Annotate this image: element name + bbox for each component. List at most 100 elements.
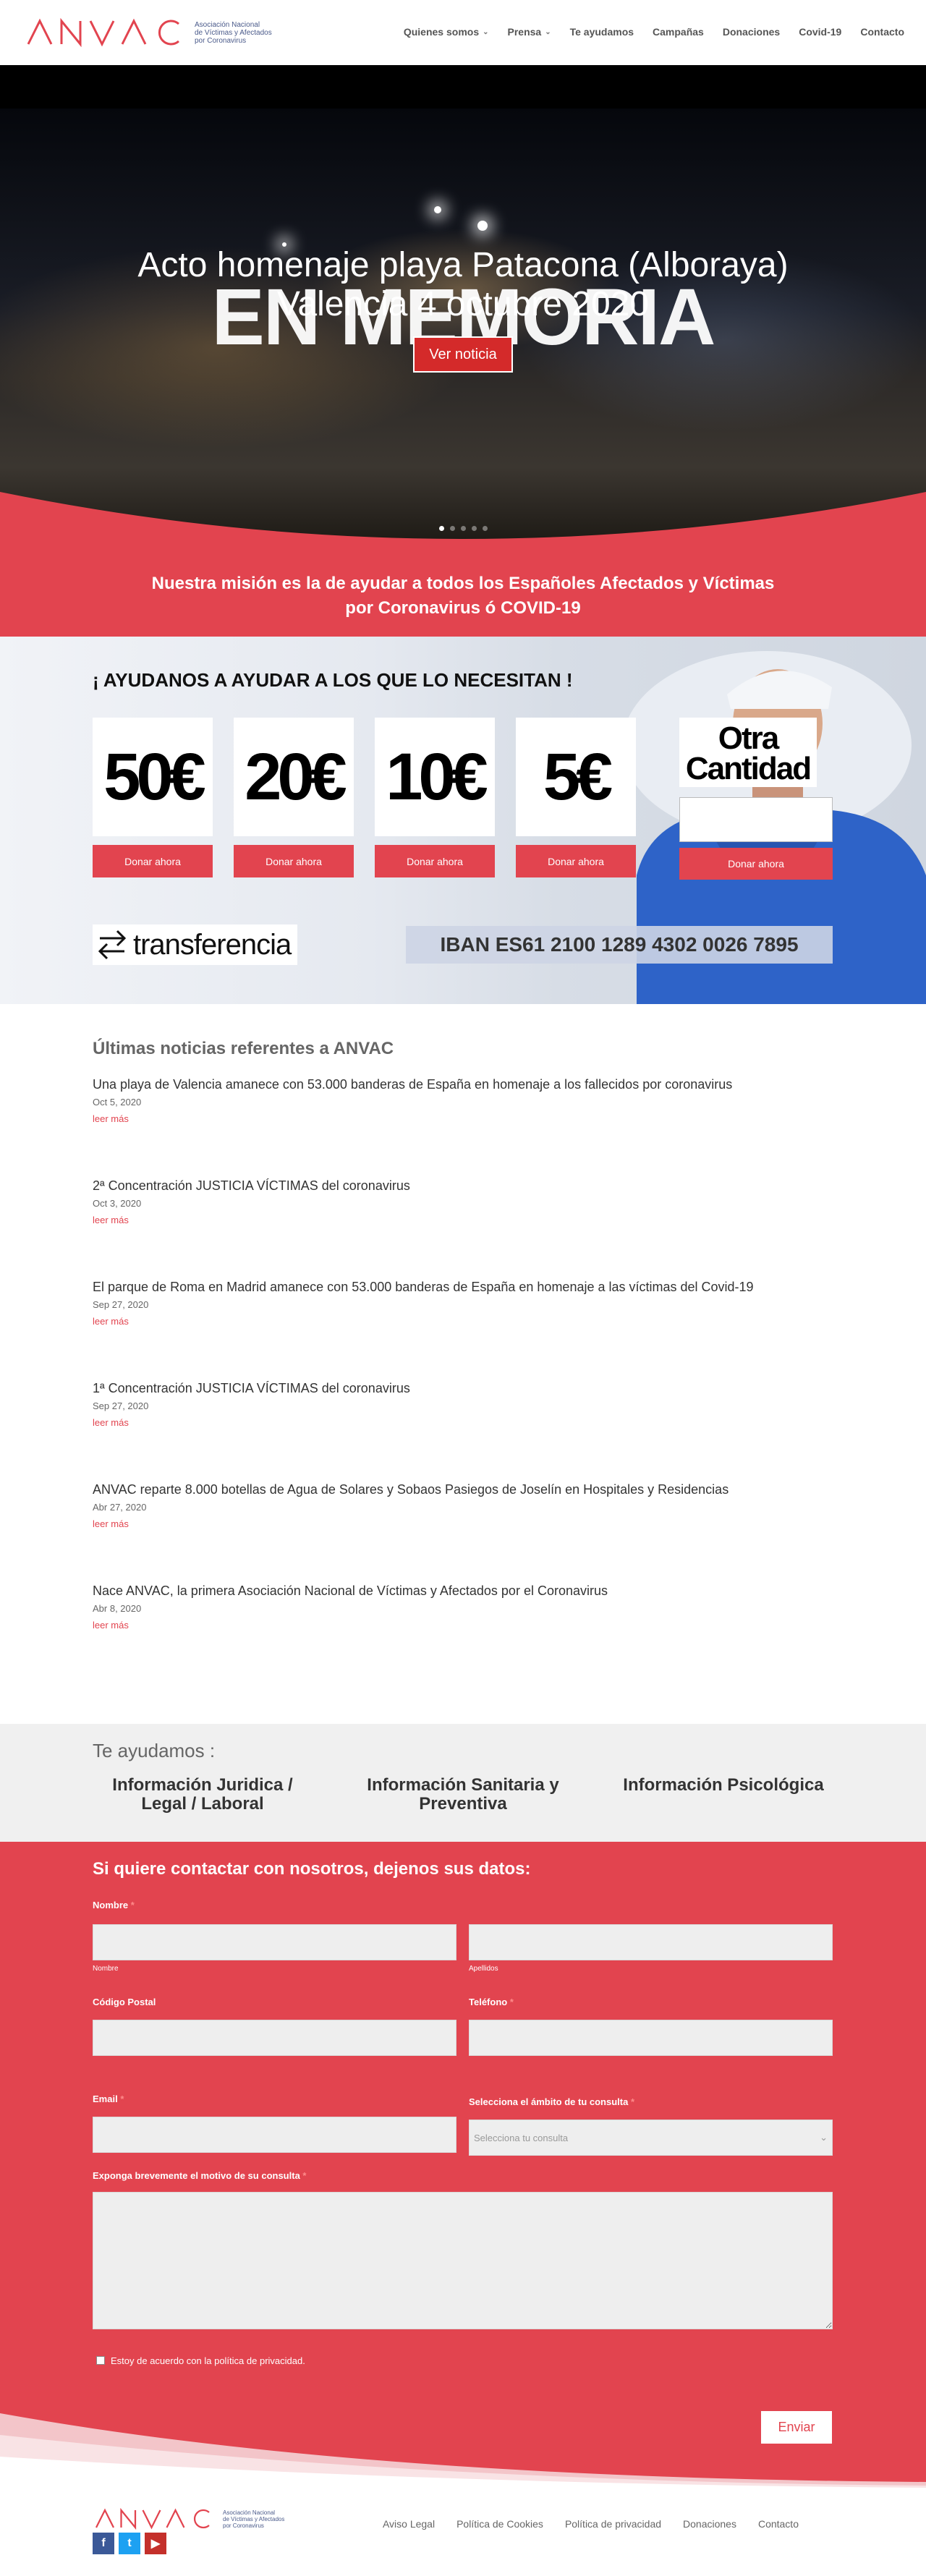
email-label: Email * <box>93 2093 124 2104</box>
news-item: Nace ANVAC, la primera Asociación Nacion… <box>93 1583 833 1632</box>
help-sanitaria[interactable]: Información Sanitaria y Preventiva <box>358 1776 568 1814</box>
news-item: El parque de Roma en Madrid amanece con … <box>93 1279 833 1328</box>
facebook-icon[interactable]: f <box>93 2533 114 2554</box>
donar-50-button[interactable]: Donar ahora <box>93 845 213 877</box>
contact-form-section: Si quiere contactar con nosotros, dejeno… <box>0 1842 926 2488</box>
enviar-button[interactable]: Enviar <box>761 2411 832 2444</box>
chevron-down-icon: ⌄ <box>483 27 489 36</box>
news-title[interactable]: Una playa de Valencia amanece con 53.000… <box>93 1076 833 1092</box>
nav-label: Quienes somos <box>403 26 480 38</box>
scope-select[interactable]: Selecciona tu consulta ⌄ <box>469 2120 833 2156</box>
footer-link-donaciones[interactable]: Donaciones <box>683 2518 736 2530</box>
read-more-link[interactable]: leer más <box>93 1518 129 1529</box>
news-title[interactable]: 2ª Concentración JUSTICIA VÍCTIMAS del c… <box>93 1178 833 1194</box>
nav-donaciones[interactable]: Donaciones <box>723 26 780 38</box>
first-name-sublabel: Nombre <box>93 1965 119 1973</box>
donar-5-button[interactable]: Donar ahora <box>516 845 636 877</box>
message-label: Exponga brevemente el motivo de su consu… <box>93 2170 307 2181</box>
nav-label: Prensa <box>507 26 542 38</box>
ver-noticia-button[interactable]: Ver noticia <box>413 336 513 373</box>
read-more-link[interactable]: leer más <box>93 1620 129 1631</box>
name-label: Nombre * <box>93 1900 135 1910</box>
amount-10[interactable]: 10€ <box>375 718 495 836</box>
news-date: Sep 27, 2020 <box>93 1299 149 1310</box>
anvac-logo-mark <box>95 2508 210 2530</box>
anvac-logo-mark <box>27 18 179 47</box>
footer-logo[interactable]: Asociación Nacional de Víctimas y Afecta… <box>93 2508 284 2530</box>
donate-section: ¡ AYUDANOS A AYUDAR A LOS QUE LO NECESIT… <box>0 637 926 1004</box>
footer-link-contacto[interactable]: Contacto <box>758 2518 799 2530</box>
footer-nav: Aviso Legal Política de Cookies Política… <box>383 2518 799 2530</box>
site-header: Asociación Nacional de Víctimas y Afecta… <box>0 0 926 65</box>
read-more-link[interactable]: leer más <box>93 1215 129 1225</box>
logo-subtitle: Asociación Nacional de Víctimas y Afecta… <box>195 21 272 45</box>
help-psicologica[interactable]: Información Psicológica <box>619 1776 828 1795</box>
iban-number: IBAN ES61 2100 1289 4302 0026 7895 <box>406 926 833 964</box>
amount-50[interactable]: 50€ <box>93 718 213 836</box>
hero-curve-divider <box>0 492 926 557</box>
amount-5[interactable]: 5€ <box>516 718 636 836</box>
news-item: Una playa de Valencia amanece con 53.000… <box>93 1076 833 1126</box>
news-title[interactable]: Nace ANVAC, la primera Asociación Nacion… <box>93 1583 833 1599</box>
footer-link-aviso-legal[interactable]: Aviso Legal <box>383 2518 435 2530</box>
logo-line-1: Asociación Nacional <box>195 20 260 29</box>
news-date: Oct 3, 2020 <box>93 1198 142 1209</box>
phone-input[interactable] <box>469 2020 833 2056</box>
footer-logo-subtitle: Asociación Nacional de Víctimas y Afecta… <box>223 2509 285 2529</box>
chevron-down-icon: ⌄ <box>545 27 551 36</box>
read-more-link[interactable]: leer más <box>93 1113 129 1124</box>
main-nav: Quienes somos ⌄ Prensa ⌄ Te ayudamos Campa… <box>404 26 904 38</box>
help-legal[interactable]: Información Juridica / Legal / Laboral <box>98 1776 307 1814</box>
nav-te-ayudamos[interactable]: Te ayudamos <box>570 26 634 38</box>
nav-campanas[interactable]: Campañas <box>653 26 704 38</box>
news-date: Abr 27, 2020 <box>93 1502 147 1513</box>
donate-heading: ¡ AYUDANOS A AYUDAR A LOS QUE LO NECESIT… <box>93 669 573 691</box>
other-amount-input[interactable] <box>679 797 833 842</box>
nav-quienes-somos[interactable]: Quienes somos ⌄ <box>404 26 489 38</box>
read-more-link[interactable]: leer más <box>93 1316 129 1327</box>
donar-10-button[interactable]: Donar ahora <box>375 845 495 877</box>
mission-text: Nuestra misión es la de ayudar a todos l… <box>151 574 775 618</box>
news-item: 1ª Concentración JUSTICIA VÍCTIMAS del c… <box>93 1380 833 1429</box>
news-item: 2ª Concentración JUSTICIA VÍCTIMAS del c… <box>93 1178 833 1227</box>
footer-link-privacidad[interactable]: Política de privacidad <box>565 2518 661 2530</box>
youtube-icon[interactable]: ▶ <box>145 2533 166 2554</box>
nav-contacto[interactable]: Contacto <box>860 26 904 38</box>
last-name-input[interactable] <box>469 1924 833 1960</box>
news-title[interactable]: 1ª Concentración JUSTICIA VÍCTIMAS del c… <box>93 1380 833 1396</box>
email-input[interactable] <box>93 2117 456 2153</box>
news-date: Oct 5, 2020 <box>93 1097 142 1108</box>
anvac-logo[interactable]: Asociación Nacional de Víctimas y Afecta… <box>27 18 272 47</box>
site-footer: Asociación Nacional de Víctimas y Afecta… <box>0 2488 926 2576</box>
hero-title: Acto homenaje playa Patacona (Alboraya) … <box>137 246 789 323</box>
other-amount-label: Otra Cantidad <box>679 718 817 787</box>
last-name-sublabel: Apellidos <box>469 1965 498 1973</box>
transfer-arrows-icon <box>98 930 127 960</box>
nav-covid-19[interactable]: Covid-19 <box>799 26 841 38</box>
nav-prensa[interactable]: Prensa ⌄ <box>508 26 551 38</box>
twitter-icon[interactable]: t <box>119 2533 140 2554</box>
postal-code-input[interactable] <box>93 2020 456 2056</box>
message-textarea[interactable] <box>93 2192 833 2329</box>
donar-otra-button[interactable]: Donar ahora <box>679 848 833 880</box>
scope-label: Selecciona el ámbito de tu consulta * <box>469 2096 635 2107</box>
transfer-text: transferencia <box>133 928 292 961</box>
help-section: Te ayudamos : Información Juridica / Leg… <box>0 1724 926 1842</box>
footer-link-cookies[interactable]: Política de Cookies <box>456 2518 543 2530</box>
news-title[interactable]: ANVAC reparte 8.000 botellas de Agua de … <box>93 1482 833 1497</box>
news-title[interactable]: El parque de Roma en Madrid amanece con … <box>93 1279 833 1295</box>
news-heading: Últimas noticias referentes a ANVAC <box>93 1039 394 1058</box>
read-more-link[interactable]: leer más <box>93 1417 129 1428</box>
privacy-checkbox[interactable] <box>96 2356 105 2365</box>
hero-light <box>434 206 441 213</box>
phone-label: Teléfono * <box>469 1997 514 2007</box>
postal-label: Código Postal <box>93 1997 156 2007</box>
news-item: ANVAC reparte 8.000 botellas de Agua de … <box>93 1482 833 1531</box>
first-name-input[interactable] <box>93 1924 456 1960</box>
news-section: Últimas noticias referentes a ANVAC Una … <box>0 1004 926 1724</box>
news-date: Abr 8, 2020 <box>93 1603 142 1614</box>
donar-20-button[interactable]: Donar ahora <box>234 845 354 877</box>
contact-heading: Si quiere contactar con nosotros, dejeno… <box>93 1859 531 1879</box>
logo-line-2: de Víctimas y Afectados <box>195 28 272 37</box>
amount-20[interactable]: 20€ <box>234 718 354 836</box>
